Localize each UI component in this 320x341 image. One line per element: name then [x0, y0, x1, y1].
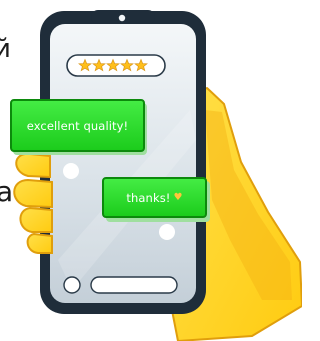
cropped-letter-top: й — [0, 34, 11, 64]
message-text: thanks! — [126, 190, 171, 205]
finger-3 — [19, 206, 53, 233]
illustration: й а excellent quality! thanks! ♥ — [0, 0, 302, 341]
phone-illustration-svg — [13, 10, 302, 341]
home-bar — [90, 276, 178, 294]
screen-dot — [63, 163, 79, 179]
heart-icon: ♥ — [173, 192, 183, 203]
fingers — [13, 152, 53, 254]
finger-4 — [26, 232, 53, 254]
camera-icon — [118, 14, 126, 22]
finger-2 — [13, 178, 53, 209]
cropped-letter-bottom: а — [0, 175, 14, 208]
screen-dot — [159, 224, 175, 240]
message-bubble-review: excellent quality! — [10, 99, 145, 152]
screen-dot — [63, 276, 81, 294]
message-bubble-reply: thanks! ♥ — [102, 177, 207, 218]
finger-1 — [15, 152, 51, 179]
message-text: excellent quality! — [26, 118, 129, 133]
